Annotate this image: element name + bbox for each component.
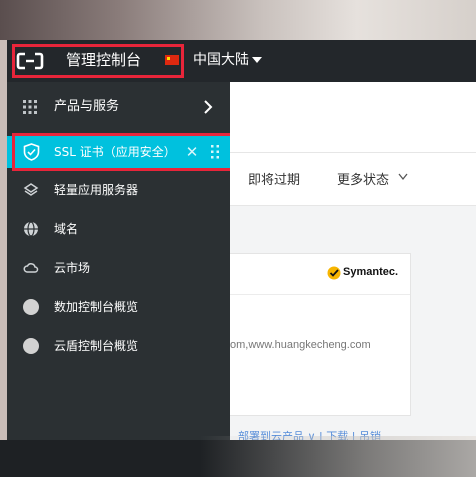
cloud-market-icon [23, 263, 39, 273]
sidebar-item-label: 域名 [54, 222, 79, 236]
sidebar-item-label: 轻量应用服务器 [54, 183, 139, 197]
sidebar-item-label: 云市场 [54, 261, 91, 275]
sidebar-item-shujia-console[interactable]: 数加控制台概览 [7, 289, 230, 325]
sidebar-item-label: 云盾控制台概览 [54, 339, 139, 353]
sidebar-item-lightweight-server[interactable]: 轻量应用服务器 [7, 172, 230, 208]
highlight-box-ssl [12, 133, 234, 171]
sidebar-item-label: 数加控制台概览 [54, 300, 139, 314]
globe-icon [24, 221, 38, 237]
blurred-background-strip [0, 0, 476, 40]
products-and-services-label: 产品与服务 [54, 99, 120, 114]
symantec-check-icon [327, 266, 341, 280]
region-selector[interactable]: 中国大陆 [193, 50, 249, 70]
status-tabs: 即将过期 更多状态 [230, 152, 476, 206]
circle-icon [23, 338, 39, 354]
chevron-down-icon[interactable] [398, 173, 408, 181]
grid-icon [23, 100, 37, 114]
left-edge-background [0, 40, 7, 440]
highlight-box-console [12, 44, 184, 78]
tab-expiring[interactable]: 即将过期 [248, 169, 300, 188]
layers-icon [23, 183, 39, 196]
certificate-card: Symantec. om,www.huangkecheng.com [230, 253, 411, 416]
products-and-services-menu[interactable]: 产品与服务 [7, 86, 230, 128]
caret-down-icon[interactable] [252, 57, 262, 63]
sidebar-item-cloud-market[interactable]: 云市场 [7, 250, 230, 286]
certificate-card-header: Symantec. [230, 254, 410, 295]
chevron-right-icon [204, 100, 213, 114]
symantec-brand-label: Symantec. [343, 266, 399, 278]
sidebar-item-domain[interactable]: 域名 [7, 211, 230, 247]
certificate-domains: om,www.huangkecheng.com [230, 339, 371, 351]
bottom-blur-overlay [200, 436, 476, 477]
circle-icon [23, 299, 39, 315]
tab-more-status[interactable]: 更多状态 [337, 169, 389, 188]
sidebar-item-yundun-console[interactable]: 云盾控制台概览 [7, 328, 230, 364]
content-header [230, 82, 476, 152]
